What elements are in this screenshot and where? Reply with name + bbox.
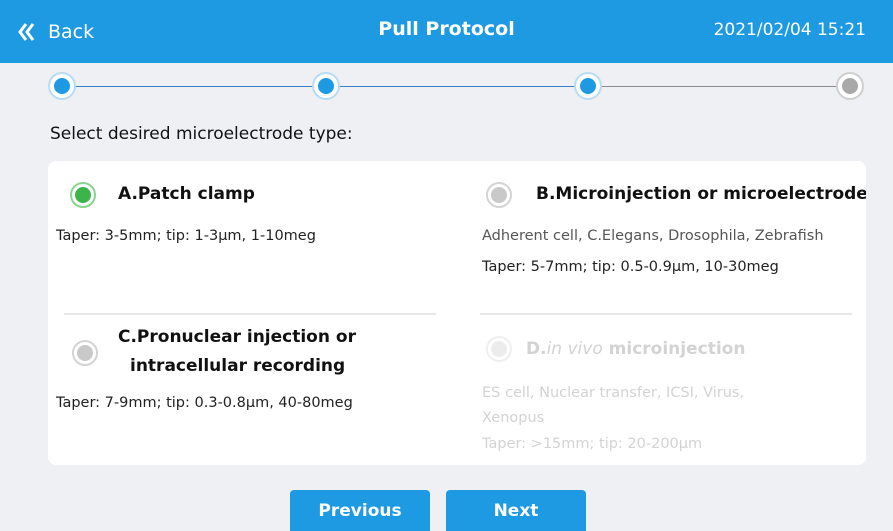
radio-in-vivo-microinjection [486, 336, 512, 362]
options-card: A.Patch clamp Taper: 3-5mm; tip: 1-3µm, … [48, 161, 866, 465]
radio-microinjection[interactable] [486, 182, 512, 208]
previous-button[interactable]: Previous [290, 490, 430, 531]
option-in-vivo-microinjection: D.in vivo microinjection ES cell, Nuclea… [468, 315, 866, 465]
option-spec: Taper: >15mm; tip: 20-200µm [482, 436, 703, 452]
datetime: 2021/02/04 15:21 [713, 20, 866, 40]
option-applications-cont: Xenopus [482, 410, 545, 426]
step-3 [574, 72, 602, 100]
option-title-line1: C.Pronuclear injection or [118, 327, 356, 347]
option-pronuclear-injection[interactable]: C.Pronuclear injection or intracellular … [48, 315, 448, 465]
option-spec: Taper: 5-7mm; tip: 0.5-0.9µm, 10-30meg [482, 259, 779, 275]
option-title: B.Microinjection or microelectrode [536, 184, 866, 204]
option-applications: Adherent cell, C.Elegans, Drosophila, Ze… [482, 228, 824, 244]
option-title-line2: intracellular recording [130, 356, 346, 376]
step-1 [48, 72, 76, 100]
step-4 [836, 72, 864, 100]
back-button[interactable]: Back [18, 18, 94, 46]
option-title: D.in vivo microinjection [526, 339, 746, 359]
header-bar: Back Pull Protocol 2021/02/04 15:21 [0, 0, 893, 63]
step-2 [312, 72, 340, 100]
prompt-text: Select desired microelectrode type: [50, 124, 353, 144]
radio-pronuclear-injection[interactable] [72, 340, 98, 366]
back-label: Back [48, 21, 95, 43]
option-title: A.Patch clamp [118, 184, 255, 204]
option-applications: ES cell, Nuclear transfer, ICSI, Virus, [482, 385, 745, 401]
double-chevron-left-icon [18, 22, 36, 42]
option-spec: Taper: 7-9mm; tip: 0.3-0.8µm, 40-80meg [56, 395, 353, 411]
option-spec: Taper: 3-5mm; tip: 1-3µm, 1-10meg [56, 228, 316, 244]
next-button[interactable]: Next [446, 490, 586, 531]
option-microinjection[interactable]: B.Microinjection or microelectrode Adher… [468, 161, 866, 311]
stepper-line-inactive [588, 86, 848, 87]
radio-patch-clamp[interactable] [70, 182, 96, 208]
option-patch-clamp[interactable]: A.Patch clamp Taper: 3-5mm; tip: 1-3µm, … [48, 161, 448, 311]
